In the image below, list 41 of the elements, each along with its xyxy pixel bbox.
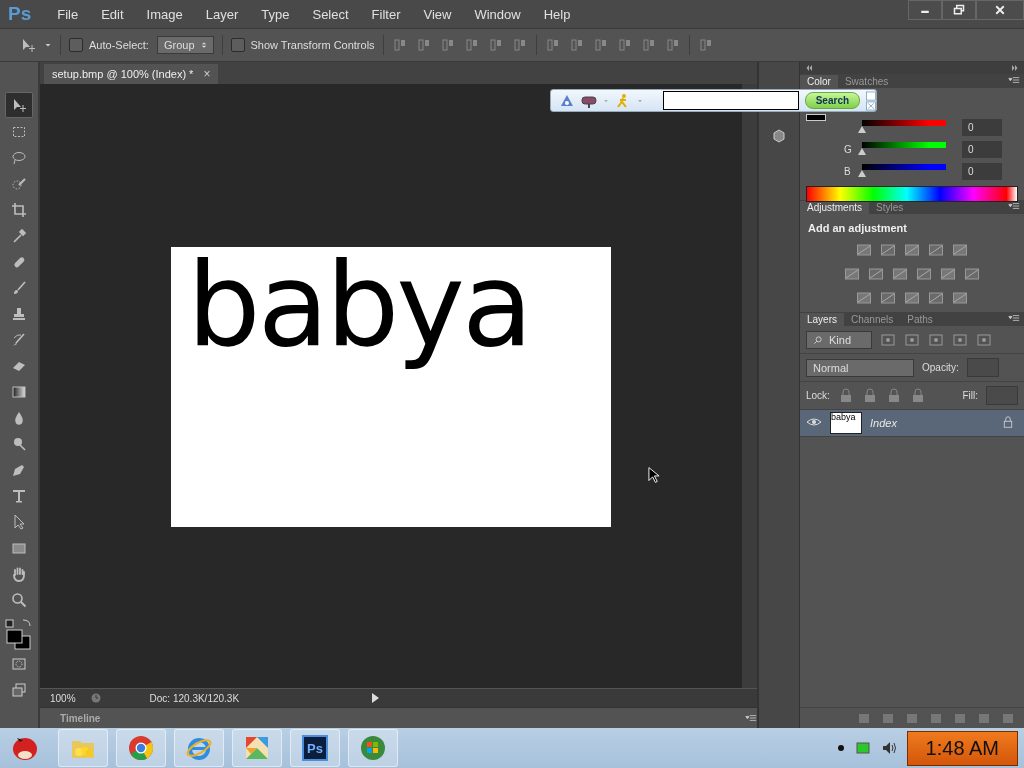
channel-value[interactable]: 0 (962, 118, 1002, 136)
clock[interactable]: 1:48 AM (906, 730, 1018, 766)
panel-tab[interactable]: Paths (900, 313, 940, 326)
opacity-label: Opacity: (922, 362, 959, 373)
channel-value[interactable]: 0 (962, 140, 1002, 158)
panel-tab[interactable]: Layers (800, 313, 844, 326)
channel-label: B (844, 165, 852, 177)
menu-item[interactable]: Window (462, 6, 532, 22)
search-button[interactable]: Search (804, 92, 861, 109)
channel-label: G (844, 143, 853, 155)
panel-tab[interactable]: Styles (869, 201, 911, 214)
menu-item[interactable]: Image (134, 6, 194, 22)
layer-row[interactable]: babya Index (800, 410, 1024, 437)
menu-item[interactable]: File (45, 6, 90, 22)
panel-tab[interactable]: Swatches (837, 75, 896, 88)
checkbox-label: Show Transform Controls (250, 39, 375, 51)
panel-tab[interactable]: Color (800, 75, 838, 88)
zoom-level: 100% (50, 692, 76, 704)
checkbox-label: Auto-Select: (89, 39, 149, 51)
auto-select-dropdown[interactable]: Group (156, 36, 214, 54)
canvas-text: babya (171, 247, 611, 527)
menu-item[interactable]: Help (531, 6, 582, 22)
menu-item[interactable]: Select (300, 6, 360, 22)
menu-item[interactable]: Layer (193, 6, 250, 22)
document-tab[interactable]: setup.bmp @ 100% (Index) * × (44, 64, 219, 84)
taskbar-app[interactable]: Ps (290, 729, 340, 767)
layer-name: Index (870, 417, 898, 429)
app-logo: Ps (7, 3, 33, 25)
document-info: Doc: 120.3K/120.3K (149, 692, 240, 704)
panel-tab[interactable]: Channels (844, 313, 901, 326)
menu-item[interactable]: View (411, 6, 463, 22)
menu-item[interactable]: Edit (89, 6, 135, 22)
layer-thumbnail: babya (830, 412, 862, 434)
fill-label: Fill: (962, 390, 978, 401)
menu-item[interactable]: Type (249, 6, 301, 22)
blend-mode-dropdown[interactable]: Normal (806, 358, 914, 377)
panel-heading: Add an adjustment (808, 222, 908, 234)
channel-value[interactable]: 0 (962, 162, 1002, 180)
filter-dropdown[interactable]: Kind (806, 330, 872, 349)
menu-item[interactable]: Filter (359, 6, 412, 22)
lock-label: Lock: (806, 390, 830, 401)
